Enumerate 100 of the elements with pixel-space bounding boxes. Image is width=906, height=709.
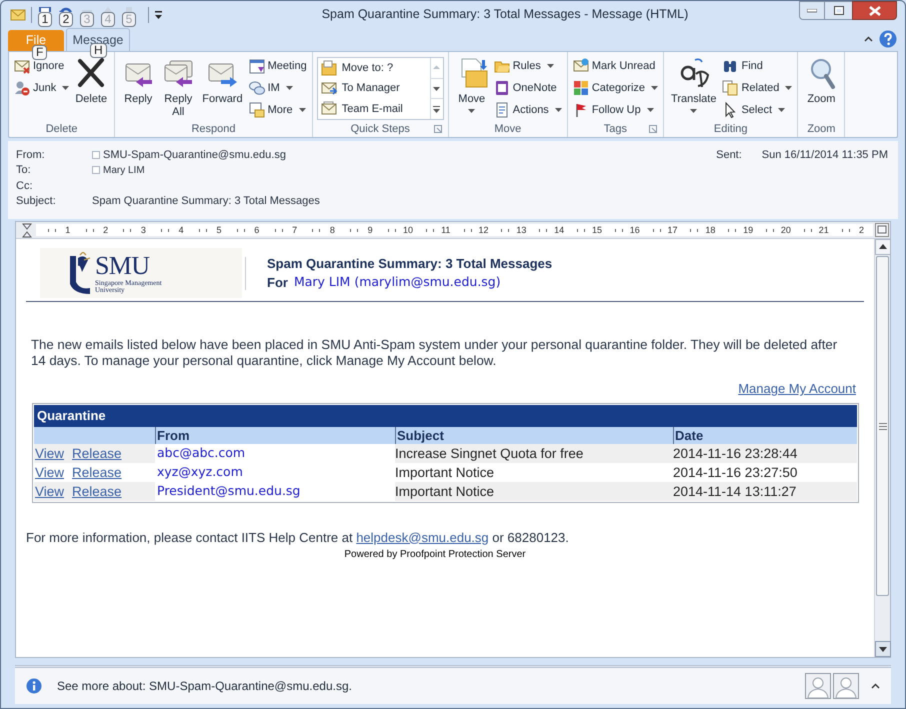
ribbon-button[interactable]: IM [248,78,308,98]
date-cell-text: 2014-11-16 23:28:44 [673,444,798,462]
scrollbar[interactable] [874,239,890,657]
person-silhouette-icon [805,673,831,699]
maximize-button[interactable] [825,1,852,20]
ribbon-button[interactable]: Forward [199,55,246,106]
contact-checkbox[interactable] [92,166,100,174]
ruler-number: 15 [590,226,603,234]
sender-email: xyz@xyz.com [157,463,243,482]
group-label: Editing [714,122,748,137]
ruler-number: 12 [478,226,490,234]
ruler-number: 14 [553,226,566,234]
subject-cell-text: Increase Singnet Quota for free [395,444,584,463]
ribbon-button[interactable]: Follow Up [572,100,660,120]
row-action-link[interactable]: Release [72,482,122,502]
ribbon-button[interactable]: Find [721,56,794,76]
group-label: Respond [191,122,236,137]
subject-cell-text: Important Notice [395,482,496,501]
document-list-icon [494,102,510,118]
scroll-down-icon [875,641,891,657]
chat-bubbles-icon [248,80,265,96]
ruler-number: 16 [628,226,641,234]
ribbon-button[interactable]: Meeting [248,56,308,76]
ribbon-button[interactable]: Categorize [572,78,660,98]
recipient-text: Mary LIM (marylim@smu.edu.sg) [294,273,501,292]
quick-step-item[interactable]: Team E-mail [318,98,430,119]
help-icon[interactable] [879,30,897,48]
group-label: Zoom [807,122,836,137]
intro-paragraph: The new emails listed below have been placed in SMU Anti-Spam system under your personal quarantine folder. They will be deleted after 14 days. To manage your personal quarantine, click Manage My Account below. [30,337,838,369]
envelope-ignore-icon [14,58,30,74]
contact-name[interactable]: SMU-Spam-Quarantine@smu.edu.sg [103,146,286,163]
ruler-number: 2 [102,226,110,234]
table-caption: Quarantine [34,404,857,426]
row-action-link[interactable]: Release [72,444,122,464]
keytip: 2 [58,12,74,26]
ruler-number: 19 [742,226,754,234]
minimize-button[interactable] [799,1,825,20]
customize-caret-icon[interactable] [154,10,163,20]
ribbon-button[interactable]: OneNote [492,78,563,98]
ruler-number: 6 [253,226,260,234]
scroll-thumb[interactable] [876,256,889,596]
contact-paragraph: For more information, please contact IITS Help Centre at helpdesk@smu.edu.sg or 68280123. [26,528,570,547]
ribbon-button[interactable]: Select [721,100,794,120]
row-action-link[interactable]: View [35,482,64,502]
ruler-number: 8 [328,226,336,234]
manage-account-link[interactable]: Manage My Account [738,379,856,398]
ribbon-button[interactable]: Zoom [802,55,840,106]
ruler-number: 10 [402,226,414,234]
close-button[interactable] [852,1,897,20]
dialog-launcher-icon[interactable] [434,125,442,133]
group-label: Quick Steps [350,122,410,137]
quick-step-item[interactable]: To Manager [318,78,430,99]
ribbon-button[interactable]: Delete [72,55,110,106]
down-arrow-icon [431,84,442,93]
row-action-link[interactable]: View [35,462,64,483]
keytip: 5 [122,12,136,26]
ruler-number: 4 [178,226,185,234]
ribbon-button[interactable]: Junk [13,78,70,98]
ribbon-button[interactable]: Actions [492,100,563,120]
info-icon [26,678,42,694]
sender-email: abc@abc.com [157,444,246,462]
lion-crest-icon [68,252,92,294]
ribbon-button[interactable]: Reply All [159,55,198,119]
contact-checkbox[interactable] [92,150,100,159]
logo-text: SMU [95,252,150,278]
expand-pane-icon[interactable] [871,683,880,689]
minimize-icon [807,8,817,12]
grip-icon [878,422,886,430]
ribbon-button[interactable]: Move [452,55,491,113]
helpdesk-link[interactable]: helpdesk@smu.edu.sg [356,530,489,544]
ribbon-button[interactable]: Reply [119,55,158,106]
summary-title: Spam Quarantine Summary: 3 Total Messages [267,254,552,273]
ruler-toggle-icon[interactable] [875,223,889,237]
ribbon-button[interactable]: More [248,100,308,120]
quick-step-item[interactable]: Move to: ? [318,58,430,78]
person-silhouette-icon [833,673,859,699]
ruler-number: 1 [64,226,72,234]
dialog-launcher-icon[interactable] [649,125,658,133]
powered-by-text: Powered by Proofpoint Protection Server [344,548,526,562]
ribbon-button[interactable]: Mark Unread [572,56,660,76]
collapse-ribbon-icon[interactable] [864,36,873,42]
field-label: Cc: [16,178,34,194]
subject-text: Spam Quarantine Summary: 3 Total Messages [92,194,320,209]
ruler-number: 18 [704,226,716,234]
ruler-number: 20 [780,226,792,234]
row-action-link[interactable]: View [35,444,64,464]
envelope-unread-icon [572,58,589,74]
sent-date: Sun 16/11/2014 11:35 PM [762,148,888,162]
row-action-link[interactable]: Release [72,462,122,483]
for-label: For [267,274,288,292]
field-label: Subject: [16,194,57,209]
ribbon-button[interactable]: Translate [668,55,720,113]
ribbon-button[interactable]: Related [721,78,794,98]
junk-person-icon [14,80,30,96]
ruler-number: 3 [140,226,147,234]
keytip: 4 [100,12,116,26]
people-pane-text: See more about: SMU-Spam-Quarantine@smu.edu.sg. [57,678,352,695]
ribbon-button[interactable]: Rules [492,56,563,76]
calendar-icon [248,58,265,74]
contact-name[interactable]: Mary LIM [103,162,145,178]
